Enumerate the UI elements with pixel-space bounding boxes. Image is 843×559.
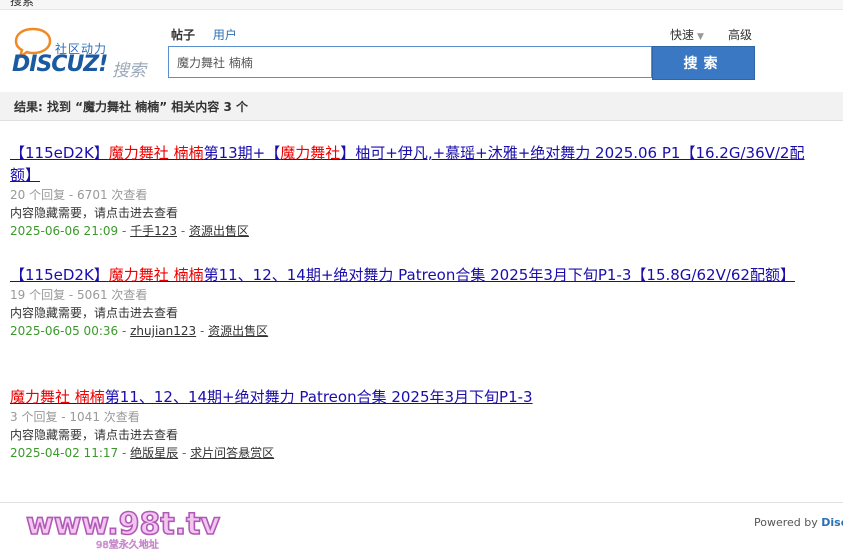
title-part: 第11、12、14期+绝对舞力 Patreon合集 2025年3月下旬P1-3 xyxy=(104,388,533,406)
forum-link[interactable]: 资源出售区 xyxy=(208,324,268,338)
quick-search-dropdown[interactable]: 快速 ▼ xyxy=(670,26,704,43)
result-footer: 2025-06-06 21:09 - 千手123 - 资源出售区 xyxy=(10,224,249,238)
search-button[interactable]: 搜索 xyxy=(652,46,755,80)
result-stats: 19 个回复 - 5061 次查看 xyxy=(10,288,148,302)
result-description: 内容隐藏需要，请点击进去查看 xyxy=(10,306,179,320)
chevron-down-icon: ▼ xyxy=(697,32,704,42)
forum-link[interactable]: 资源出售区 xyxy=(189,224,249,238)
title-highlight: 魔力舞社 楠楠 xyxy=(108,266,204,284)
result-title-link[interactable]: 【115eD2K】魔力舞社 楠楠第11、12、14期+绝对舞力 Patreon合… xyxy=(10,264,810,286)
title-highlight: 魔力舞社 楠楠 xyxy=(108,144,204,162)
result-item: 【115eD2K】魔力舞社 楠楠第11、12、14期+绝对舞力 Patreon合… xyxy=(10,264,810,340)
author-link[interactable]: zhujian123 xyxy=(130,324,196,338)
powered-by: Powered by Discuz! xyxy=(754,516,843,529)
watermark-main: www.98t.tv xyxy=(26,507,220,542)
result-description: 内容隐藏需要，请点击进去查看 xyxy=(10,206,179,220)
title-part: 【115eD2K】 xyxy=(10,144,109,162)
result-date: 2025-04-02 11:17 xyxy=(10,446,119,460)
author-link[interactable]: 绝版星辰 xyxy=(130,446,178,460)
search-type-tabs: 帖子 用户 xyxy=(171,26,251,43)
result-title-link[interactable]: 【115eD2K】魔力舞社 楠楠第13期+【魔力舞社】柚可+伊凡,+慕瑶+沐雅+… xyxy=(10,142,810,186)
title-part: 第13期+【 xyxy=(203,144,281,162)
forum-link[interactable]: 求片问答悬赏区 xyxy=(190,446,274,460)
title-highlight: 魔力舞社 xyxy=(280,144,341,162)
discuz-logo[interactable]: 社区动力 DISCUZ! 搜索 xyxy=(10,24,155,81)
result-summary: 结果: 找到 “魔力舞社 楠楠” 相关内容 3 个 xyxy=(14,100,248,114)
result-stats: 3 个回复 - 1041 次查看 xyxy=(10,410,140,424)
watermark-logo: www.98t.tv 98堂永久地址 xyxy=(25,506,221,551)
result-summary-bar: 结果: 找到 “魔力舞社 楠楠” 相关内容 3 个 xyxy=(0,92,843,121)
logo-en-text: DISCUZ! xyxy=(12,52,108,77)
watermark-sub: 98堂永久地址 xyxy=(96,538,159,551)
result-footer: 2025-06-05 00:36 - zhujian123 - 资源出售区 xyxy=(10,324,269,338)
top-bar: 搜索 xyxy=(0,0,843,10)
result-description: 内容隐藏需要，请点击进去查看 xyxy=(10,428,179,442)
search-input[interactable] xyxy=(175,47,649,77)
result-date: 2025-06-05 00:36 xyxy=(10,324,119,338)
powered-by-prefix: Powered by xyxy=(754,516,822,529)
advanced-search-link[interactable]: 高级 xyxy=(728,26,752,43)
top-bar-text: 搜索 xyxy=(10,0,35,8)
author-link[interactable]: 千手123 xyxy=(130,224,177,238)
result-footer: 2025-04-02 11:17 - 绝版星辰 - 求片问答悬赏区 xyxy=(10,446,275,460)
result-title-link[interactable]: 魔力舞社 楠楠第11、12、14期+绝对舞力 Patreon合集 2025年3月… xyxy=(10,386,810,408)
tab-posts[interactable]: 帖子 xyxy=(171,26,195,43)
search-box xyxy=(168,46,652,78)
result-item: 魔力舞社 楠楠第11、12、14期+绝对舞力 Patreon合集 2025年3月… xyxy=(10,386,810,462)
quick-search-label: 快速 xyxy=(670,28,695,42)
title-part: 【115eD2K】 xyxy=(10,266,109,284)
result-stats: 20 个回复 - 6701 次查看 xyxy=(10,188,148,202)
title-highlight: 魔力舞社 楠楠 xyxy=(10,388,105,406)
title-part: 第11、12、14期+绝对舞力 Patreon合集 2025年3月下旬P1-3【… xyxy=(203,266,795,284)
result-date: 2025-06-06 21:09 xyxy=(10,224,119,238)
result-item: 【115eD2K】魔力舞社 楠楠第13期+【魔力舞社】柚可+伊凡,+慕瑶+沐雅+… xyxy=(10,142,810,240)
logo-search-text: 搜索 xyxy=(112,61,146,81)
footer-divider xyxy=(0,502,843,503)
powered-by-brand[interactable]: Discuz! xyxy=(821,516,843,529)
tab-users[interactable]: 用户 xyxy=(213,26,237,43)
